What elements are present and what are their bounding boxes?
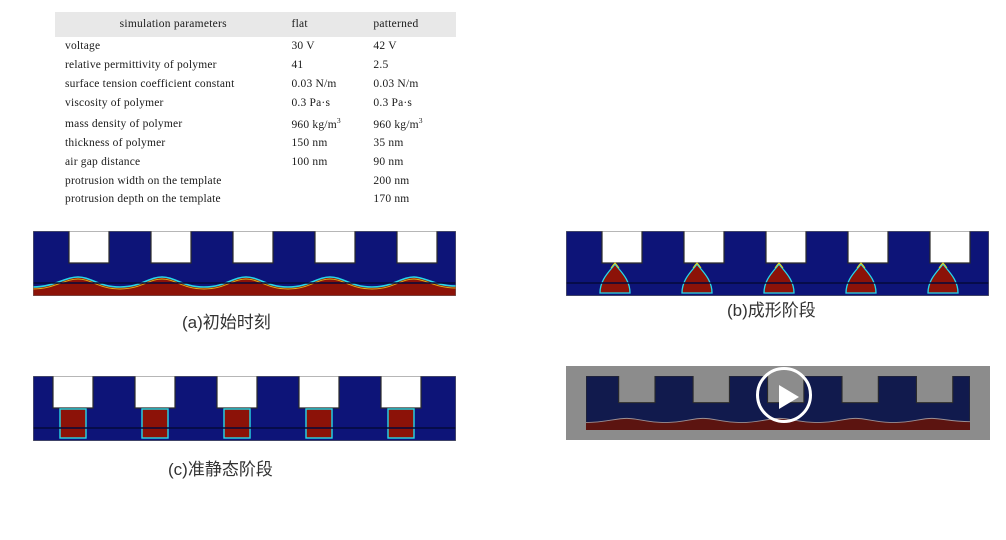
simulation-image-initial (33, 231, 456, 296)
simulation-panel-initial (33, 231, 456, 296)
panel-caption-initial: (a)初始时刻 (182, 313, 271, 332)
column-header-patterned: patterned (373, 18, 419, 30)
simulation-parameters-table: simulation parameters flat patterned vol… (55, 12, 456, 209)
play-triangle-icon (779, 385, 799, 409)
param-patterned-value: 90 nm (373, 155, 404, 168)
table-row: viscosity of polymer 0.3 Pa·s 0.3 Pa·s (55, 93, 456, 112)
param-patterned-value: 42 V (373, 40, 397, 53)
value-base: 960 kg/m (291, 118, 337, 131)
param-patterned-value: 170 nm (373, 193, 410, 206)
table-row: mass density of polymer 960 kg/m3 960 kg… (55, 112, 456, 134)
table-header: simulation parameters flat patterned (55, 12, 456, 37)
table-row: air gap distance 100 nm 90 nm (55, 153, 456, 172)
table-header-row: simulation parameters flat patterned (55, 12, 456, 37)
param-flat-value: 41 (291, 59, 304, 72)
param-flat-value: 960 kg/m3 (291, 112, 373, 134)
panel-caption-quasistatic: (c)准静态阶段 (168, 460, 273, 479)
param-name: relative permittivity of polymer (65, 59, 217, 72)
param-patterned-value: 0.03 N/m (373, 77, 419, 90)
param-flat-value (291, 190, 373, 209)
param-name: protrusion depth on the template (65, 193, 221, 206)
param-flat-value: 100 nm (291, 155, 328, 168)
param-flat-value: 150 nm (291, 137, 328, 150)
column-header-flat: flat (291, 18, 308, 30)
param-patterned-value: 200 nm (373, 174, 410, 187)
param-name: thickness of polymer (65, 137, 166, 150)
value-base: 960 kg/m (373, 118, 419, 131)
table-row: protrusion width on the template 200 nm (55, 171, 456, 190)
column-header-parameters: simulation parameters (119, 18, 227, 30)
param-name: protrusion width on the template (65, 174, 222, 187)
param-patterned-value: 960 kg/m3 (373, 112, 456, 134)
param-flat-value: 30 V (291, 40, 315, 53)
value-exponent: 3 (418, 115, 423, 125)
param-flat-value: 0.3 Pa·s (291, 96, 331, 109)
simulation-image-quasistatic (33, 376, 456, 441)
table-row: surface tension coefficient constant 0.0… (55, 75, 456, 94)
param-patterned-value: 35 nm (373, 137, 404, 150)
param-name: air gap distance (65, 155, 141, 168)
param-name: mass density of polymer (65, 118, 183, 131)
video-player[interactable] (566, 366, 990, 440)
param-patterned-value: 2.5 (373, 59, 389, 72)
table-row: relative permittivity of polymer 41 2.5 (55, 56, 456, 75)
simulation-panel-forming (566, 231, 989, 296)
value-exponent: 3 (336, 115, 341, 125)
table-body: voltage 30 V 42 V relative permittivity … (55, 37, 456, 209)
param-name: viscosity of polymer (65, 96, 164, 109)
param-name: voltage (65, 40, 101, 53)
simulation-image-forming (566, 231, 989, 296)
param-flat-value: 0.03 N/m (291, 77, 337, 90)
param-name: surface tension coefficient constant (65, 77, 235, 90)
param-flat-value (291, 171, 373, 190)
simulation-panel-quasistatic (33, 376, 456, 441)
play-button[interactable] (756, 367, 812, 423)
table-row: voltage 30 V 42 V (55, 37, 456, 56)
param-patterned-value: 0.3 Pa·s (373, 96, 413, 109)
panel-caption-forming: (b)成形阶段 (727, 301, 816, 320)
table-row: thickness of polymer 150 nm 35 nm (55, 134, 456, 153)
table-row: protrusion depth on the template 170 nm (55, 190, 456, 209)
